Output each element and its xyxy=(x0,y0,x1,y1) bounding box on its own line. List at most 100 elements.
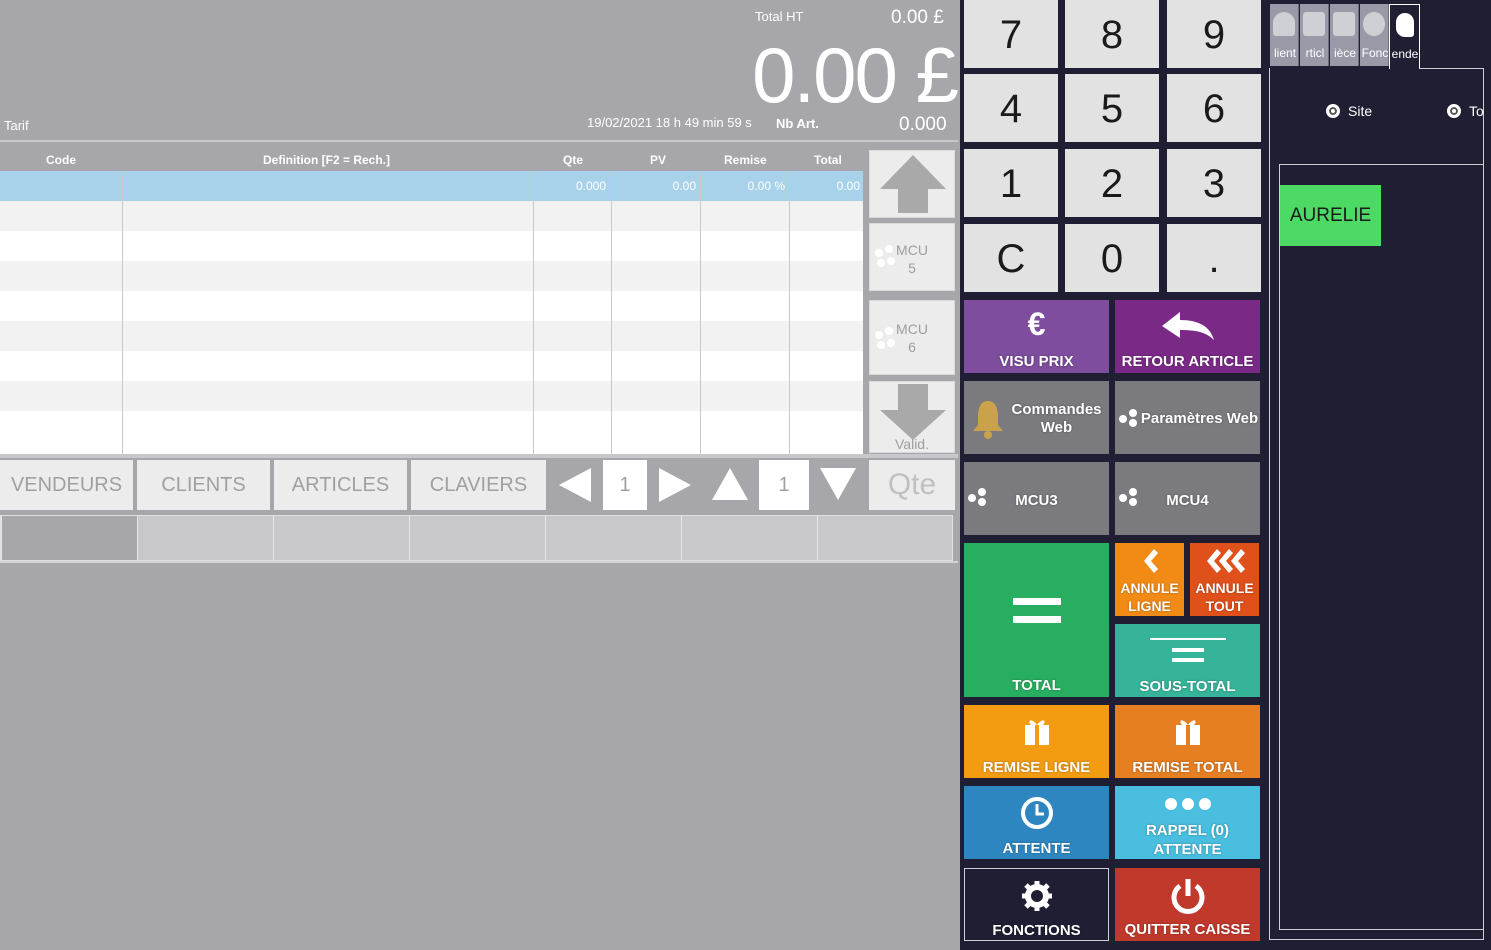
rappel-attente-button[interactable]: RAPPEL (0) ATTENTE xyxy=(1115,786,1260,859)
col-pv: PV xyxy=(650,153,667,167)
key-9[interactable]: 9 xyxy=(1167,0,1261,68)
page-down-button[interactable] xyxy=(813,460,863,510)
grid-divider xyxy=(611,171,612,456)
visu-prix-label: VISU PRIX xyxy=(999,353,1074,370)
mcu6-number: 6 xyxy=(908,339,916,355)
key-8[interactable]: 8 xyxy=(1065,0,1159,68)
total-label: TOTAL xyxy=(1012,677,1061,694)
cell-pv: 0.00 xyxy=(672,179,696,193)
mcu3-button[interactable]: MCU3 xyxy=(964,462,1109,535)
mcu6-button[interactable]: MCU 6 xyxy=(869,300,955,375)
fonctions-button[interactable]: FONCTIONS xyxy=(964,868,1109,941)
table-row[interactable] xyxy=(0,201,863,231)
rtab-articles[interactable]: rticl xyxy=(1300,4,1329,66)
table-row[interactable] xyxy=(0,321,863,351)
rtab-pieces-label: ièce xyxy=(1333,46,1356,60)
page-up-button[interactable] xyxy=(705,460,755,510)
sous-total-button[interactable]: SOUS-TOTAL xyxy=(1115,624,1260,697)
rtab-pieces[interactable]: ièce xyxy=(1330,4,1359,66)
articles-grid[interactable]: Code Definition [F2 = Rech.] Qte PV Remi… xyxy=(0,150,863,456)
annule-ligne-label: ANNULE LIGNE xyxy=(1120,580,1179,614)
visu-prix-button[interactable]: € VISU PRIX xyxy=(964,300,1109,373)
mcu4-button[interactable]: MCU4 xyxy=(1115,462,1260,535)
key-7[interactable]: 7 xyxy=(964,0,1058,68)
tab-clients[interactable]: CLIENTS xyxy=(137,460,270,510)
next-page-button[interactable] xyxy=(651,460,701,510)
table-row[interactable] xyxy=(0,261,863,291)
table-row[interactable] xyxy=(0,231,863,261)
grid-divider xyxy=(700,171,701,456)
attente-label: ATTENTE xyxy=(1002,840,1071,857)
page-h-number: 1 xyxy=(603,460,647,510)
radio-site[interactable] xyxy=(1326,104,1340,118)
sub-tab-cell[interactable] xyxy=(817,516,952,560)
tab-articles[interactable]: ARTICLES xyxy=(274,460,407,510)
key-0[interactable]: 0 xyxy=(1065,224,1159,292)
sub-tab-cell[interactable] xyxy=(273,516,409,560)
cell-remise: 0.00 % xyxy=(747,179,785,193)
tab-vendeurs[interactable]: VENDEURS xyxy=(0,460,133,510)
annule-tout-button[interactable]: ANNULE TOUT xyxy=(1190,543,1259,616)
quitter-caisse-button[interactable]: QUITTER CAISSE xyxy=(1115,868,1260,941)
prev-page-button[interactable] xyxy=(549,460,599,510)
sub-tab-cell[interactable] xyxy=(409,516,545,560)
sub-tab-row xyxy=(0,515,953,561)
key-clear[interactable]: C xyxy=(964,224,1058,292)
scroll-up-button[interactable] xyxy=(869,150,955,218)
mcu5-number: 5 xyxy=(908,260,916,276)
grid-divider xyxy=(533,171,534,456)
sub-tab-cell[interactable] xyxy=(137,516,273,560)
page-v-number: 1 xyxy=(759,460,809,510)
key-1[interactable]: 1 xyxy=(964,149,1058,217)
mcu5-label: MCU xyxy=(896,242,928,258)
remise-total-button[interactable]: REMISE TOTAL xyxy=(1115,705,1260,778)
gift-icon xyxy=(1024,720,1049,745)
chevrons-left-icon xyxy=(1206,549,1245,573)
commandes-web-button[interactable]: Commandes Web xyxy=(964,381,1109,454)
dots-icon xyxy=(1119,409,1141,431)
col-code: Code xyxy=(46,153,76,167)
table-row[interactable]: 0.000 0.00 0.00 % 0.00 xyxy=(0,171,863,201)
arrow-down-icon xyxy=(880,384,946,440)
annule-ligne-button[interactable]: ANNULE LIGNE xyxy=(1115,543,1184,616)
retour-article-button[interactable]: RETOUR ARTICLE xyxy=(1115,300,1260,373)
datetime: 19/02/2021 18 h 49 min 59 s xyxy=(587,115,752,130)
vendor-button[interactable]: AURELIE xyxy=(1280,185,1381,246)
sub-tab-cell[interactable] xyxy=(1,516,137,560)
key-2[interactable]: 2 xyxy=(1065,149,1159,217)
remise-ligne-button[interactable]: REMISE LIGNE xyxy=(964,705,1109,778)
rtab-fonctions[interactable]: Fonc xyxy=(1360,4,1389,66)
user-icon xyxy=(1273,12,1295,36)
sub-tab-cell[interactable] xyxy=(681,516,817,560)
divider xyxy=(0,561,958,563)
annule-tout-label: ANNULE TOUT xyxy=(1195,580,1254,614)
scroll-down-valid-button[interactable]: Valid. xyxy=(869,381,955,453)
radio-tous[interactable] xyxy=(1447,104,1461,118)
table-row[interactable] xyxy=(0,351,863,381)
return-arrow-icon xyxy=(1161,312,1214,340)
rtab-vendeurs[interactable]: ende xyxy=(1389,4,1420,69)
total-button[interactable]: TOTAL xyxy=(964,543,1109,697)
attente-button[interactable]: ATTENTE xyxy=(964,786,1109,859)
table-row[interactable] xyxy=(0,381,863,411)
arrow-up-icon xyxy=(880,155,946,213)
rtab-clients[interactable]: lient xyxy=(1270,4,1299,66)
chevron-left-icon xyxy=(1143,549,1158,573)
qte-button[interactable]: Qte xyxy=(869,460,955,510)
sous-total-icon xyxy=(1149,638,1226,662)
table-row[interactable] xyxy=(0,411,863,441)
key-5[interactable]: 5 xyxy=(1065,74,1159,142)
key-4[interactable]: 4 xyxy=(964,74,1058,142)
grid-divider xyxy=(789,171,790,456)
nb-art-label: Nb Art. xyxy=(776,116,819,131)
mcu5-button[interactable]: MCU 5 xyxy=(869,223,955,291)
tab-claviers[interactable]: CLAVIERS xyxy=(411,460,546,510)
table-row[interactable] xyxy=(0,291,863,321)
key-3[interactable]: 3 xyxy=(1167,149,1261,217)
key-decimal[interactable]: . xyxy=(1167,224,1261,292)
gift-icon xyxy=(1175,720,1200,745)
key-6[interactable]: 6 xyxy=(1167,74,1261,142)
fonctions-label: FONCTIONS xyxy=(992,922,1081,939)
parametres-web-button[interactable]: Paramètres Web xyxy=(1115,381,1260,454)
sub-tab-cell[interactable] xyxy=(545,516,681,560)
